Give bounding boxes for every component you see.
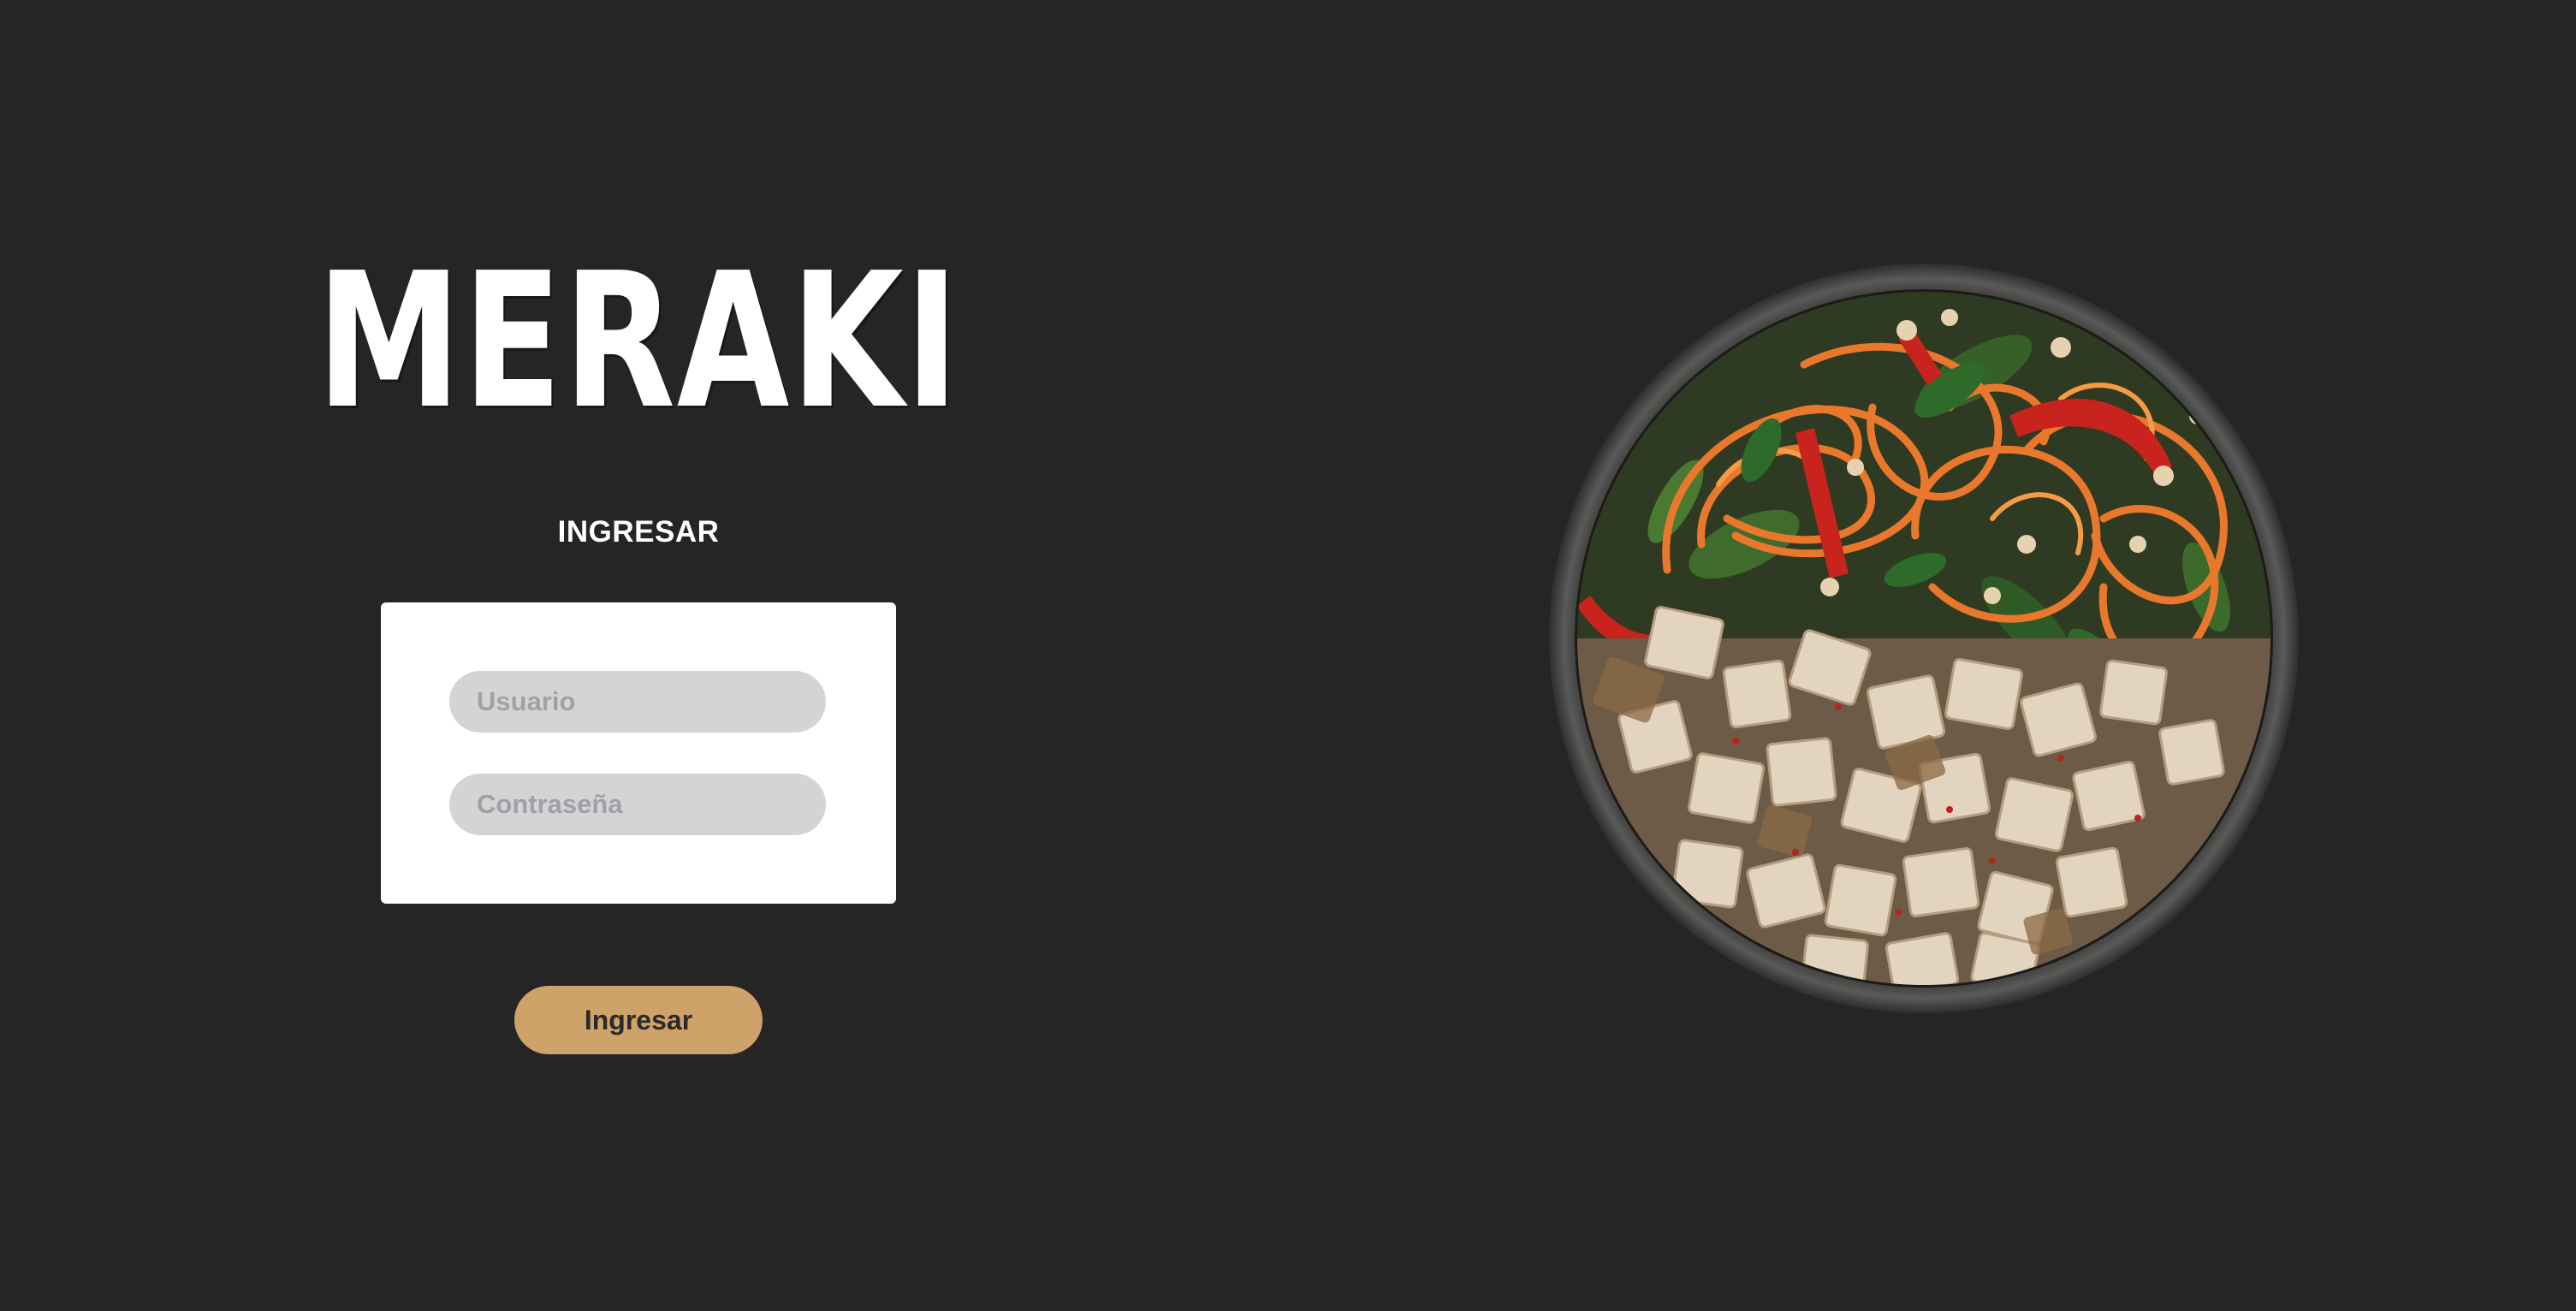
login-heading: INGRESAR [557, 515, 720, 549]
password-field[interactable] [449, 774, 826, 835]
login-form-card [381, 602, 896, 904]
login-button[interactable]: Ingresar [514, 986, 763, 1054]
meraki-logo: MERAKI [316, 234, 961, 450]
salad-bowl-image [1549, 264, 2299, 1013]
login-panel: MERAKI INGRESAR Ingresar [316, 234, 961, 1061]
username-field[interactable] [449, 671, 826, 733]
